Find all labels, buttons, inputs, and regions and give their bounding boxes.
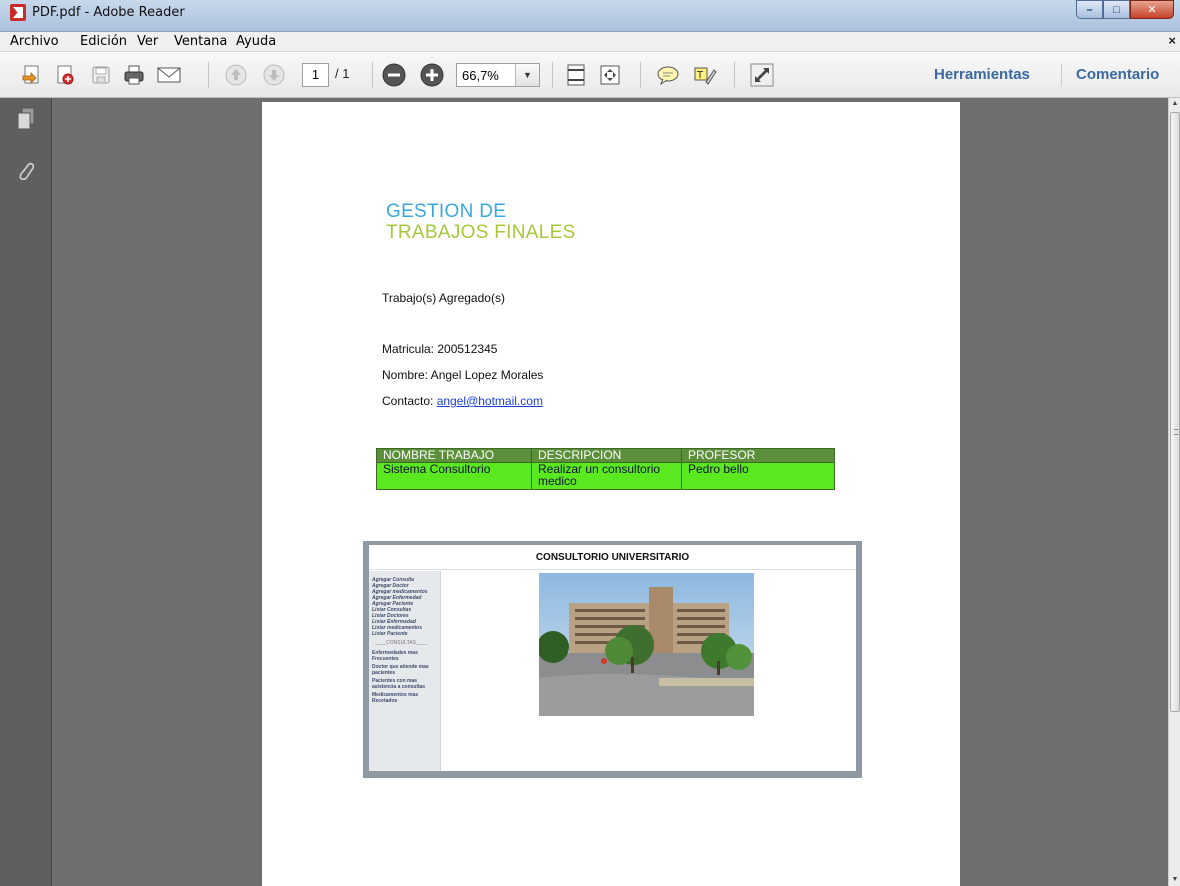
heading-line-1: GESTION DE bbox=[386, 201, 507, 222]
zoom-in-icon[interactable] bbox=[420, 63, 444, 87]
navigation-pane bbox=[0, 98, 52, 886]
fit-width-icon[interactable] bbox=[598, 63, 622, 87]
page-thumbnails-icon[interactable] bbox=[14, 106, 38, 132]
attachments-icon[interactable] bbox=[14, 158, 38, 184]
table-cell: Sistema Consultorio bbox=[376, 462, 532, 490]
table-cell: Pedro bello bbox=[681, 462, 835, 490]
list-item: Enfermedades mas Frecuentes bbox=[372, 650, 418, 662]
toolbar: 1 / 1 66,7% ▼ T Herramientas Comentario bbox=[0, 52, 1180, 98]
zoom-out-icon[interactable] bbox=[382, 63, 406, 87]
heading-line-2: TRABAJOS FINALES bbox=[386, 222, 576, 243]
table-header-descripcion: DESCRIPCION bbox=[531, 448, 682, 463]
save-icon[interactable] bbox=[89, 63, 113, 87]
embedded-screenshot: CONSULTORIO UNIVERSITARIO Agregar Consul… bbox=[363, 541, 862, 778]
window-title: PDF.pdf - Adobe Reader bbox=[32, 5, 185, 20]
close-document-icon[interactable]: × bbox=[1168, 33, 1176, 48]
menu-ver[interactable]: Ver bbox=[137, 34, 158, 49]
table-cell: Realizar un consultorio medico bbox=[531, 462, 682, 490]
zoom-select[interactable]: 66,7% ▼ bbox=[456, 63, 540, 87]
trabajos-table: NOMBRE TRABAJO DESCRIPCION PROFESOR Sist… bbox=[376, 448, 835, 490]
list-item: Pacientes con mas asistencia a consultas bbox=[372, 678, 426, 690]
print-icon[interactable] bbox=[122, 63, 146, 87]
chevron-down-icon[interactable]: ▼ bbox=[515, 64, 539, 86]
contacto-line: Contacto: angel@hotmail.com bbox=[382, 394, 543, 408]
document-viewport[interactable]: GESTION DE TRABAJOS FINALES Trabajo(s) A… bbox=[52, 98, 1168, 886]
menu-bar: Archivo Edición Ver Ventana Ayuda × bbox=[0, 32, 1180, 52]
scrollbar-thumb[interactable] bbox=[1170, 112, 1180, 712]
window-controls: – □ ✕ bbox=[1076, 0, 1174, 19]
pdf-page: GESTION DE TRABAJOS FINALES Trabajo(s) A… bbox=[262, 102, 960, 886]
table-header-profesor: PROFESOR bbox=[681, 448, 835, 463]
comentario-link[interactable]: Comentario bbox=[1076, 66, 1159, 83]
section-title: Trabajo(s) Agregado(s) bbox=[382, 291, 505, 305]
table-header-nombre: NOMBRE TRABAJO bbox=[376, 448, 532, 463]
nombre-text: Nombre: Angel Lopez Morales bbox=[382, 368, 544, 382]
close-button[interactable]: ✕ bbox=[1130, 0, 1174, 19]
title-bar: PDF.pdf - Adobe Reader – □ ✕ bbox=[0, 0, 1180, 32]
vertical-scrollbar[interactable]: ▲ ▼ bbox=[1168, 98, 1180, 886]
scroll-up-icon[interactable]: ▲ bbox=[1169, 98, 1180, 110]
matricula-text: Matricula: 200512345 bbox=[382, 342, 498, 356]
embedded-sidebar: Agregar Consulta Agregar Doctor Agregar … bbox=[369, 571, 441, 771]
adobe-reader-icon bbox=[10, 4, 26, 21]
page-total: / 1 bbox=[335, 66, 350, 81]
expand-icon[interactable] bbox=[750, 63, 774, 87]
list-item: Doctor que atiende mas pacientes bbox=[372, 664, 429, 676]
contacto-label: Contacto: bbox=[382, 394, 437, 408]
contacto-email-link[interactable]: angel@hotmail.com bbox=[437, 394, 543, 408]
fit-page-icon[interactable] bbox=[564, 63, 588, 87]
scroll-down-icon[interactable]: ▼ bbox=[1169, 874, 1180, 886]
previous-page-icon[interactable] bbox=[224, 63, 248, 87]
consultas-header: ____CONSULTAS____ bbox=[375, 640, 428, 646]
menu-archivo[interactable]: Archivo bbox=[10, 34, 59, 49]
herramientas-link[interactable]: Herramientas bbox=[934, 66, 1030, 83]
list-item: Listar Paciente bbox=[372, 631, 408, 637]
next-page-icon[interactable] bbox=[262, 63, 286, 87]
embedded-title: CONSULTORIO UNIVERSITARIO bbox=[535, 552, 690, 563]
create-pdf-icon[interactable] bbox=[53, 63, 77, 87]
hospital-photo bbox=[539, 573, 754, 716]
open-file-icon[interactable] bbox=[20, 63, 44, 87]
sticky-note-icon[interactable] bbox=[656, 63, 680, 87]
highlight-icon[interactable]: T bbox=[693, 63, 717, 87]
maximize-button[interactable]: □ bbox=[1103, 0, 1130, 19]
minimize-button[interactable]: – bbox=[1076, 0, 1103, 19]
email-icon[interactable] bbox=[157, 63, 181, 87]
zoom-value: 66,7% bbox=[462, 68, 499, 83]
list-item: Medicamentos mas Recetados bbox=[372, 692, 419, 704]
menu-edicion[interactable]: Edición bbox=[80, 34, 127, 49]
svg-text:T: T bbox=[696, 70, 704, 81]
menu-ventana[interactable]: Ventana bbox=[174, 34, 227, 49]
menu-ayuda[interactable]: Ayuda bbox=[236, 34, 276, 49]
page-number-input[interactable]: 1 bbox=[302, 63, 329, 87]
table-row: Sistema Consultorio Realizar un consulto… bbox=[376, 462, 835, 490]
